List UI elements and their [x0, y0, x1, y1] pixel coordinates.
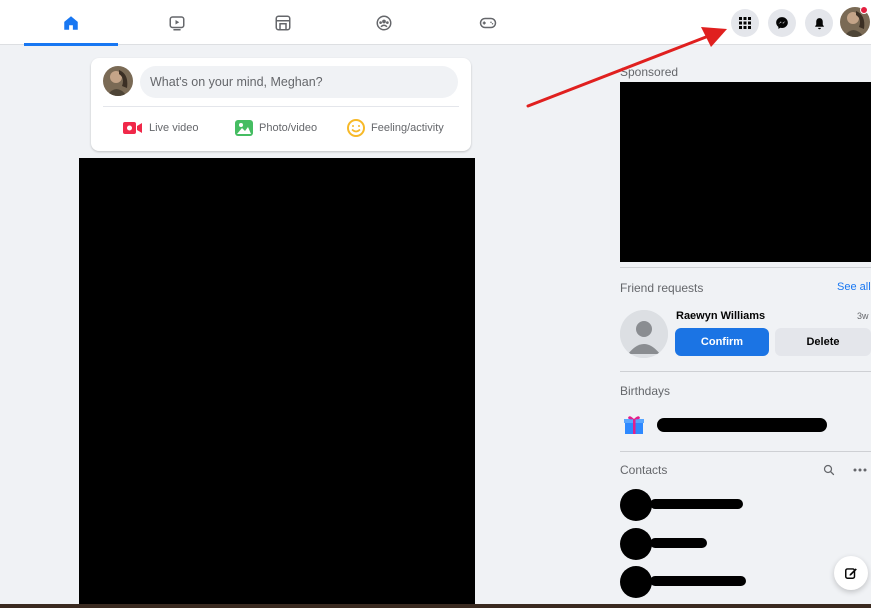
nav-tab-marketplace[interactable]: [236, 0, 330, 45]
birthday-text-redacted: [657, 418, 827, 432]
messenger-button[interactable]: [768, 9, 796, 37]
birthdays-title: Birthdays: [620, 384, 671, 398]
photo-video-label: Photo/video: [259, 122, 318, 134]
nav-tab-watch[interactable]: [130, 0, 224, 45]
feeling-activity-label: Feeling/activity: [371, 122, 444, 134]
contact-avatar-redacted[interactable]: [620, 528, 652, 560]
contact-name-redacted[interactable]: [650, 576, 746, 586]
messenger-icon: [776, 17, 788, 29]
contact-avatar-redacted[interactable]: [620, 566, 652, 598]
divider: [620, 267, 871, 268]
more-options-icon[interactable]: [853, 468, 867, 472]
avatar-photo: [103, 66, 133, 96]
home-icon: [64, 15, 78, 30]
menu-button[interactable]: [731, 9, 759, 37]
contact-name-redacted[interactable]: [650, 499, 743, 509]
feed-post-redacted: [79, 158, 475, 608]
gift-icon: [624, 416, 644, 434]
notifications-button[interactable]: [805, 9, 833, 37]
divider: [620, 451, 871, 452]
top-navigation-bar: [0, 0, 871, 46]
divider: [620, 371, 871, 372]
live-video-label: Live video: [149, 122, 199, 134]
nav-tab-home[interactable]: [24, 0, 118, 46]
confirm-button[interactable]: Confirm: [675, 328, 769, 356]
contact-avatar-redacted[interactable]: [620, 489, 652, 521]
sponsored-title: Sponsored: [620, 65, 679, 79]
contact-name-redacted[interactable]: [650, 538, 707, 548]
contacts-title: Contacts: [620, 463, 668, 477]
post-composer: What's on your mind, Meghan? Live video …: [91, 58, 471, 151]
whats-on-your-mind-input[interactable]: What's on your mind, Meghan?: [140, 66, 458, 98]
groups-icon: [376, 15, 392, 30]
friend-requests-title: Friend requests: [620, 281, 704, 295]
menu-grid-icon: [739, 17, 751, 29]
default-avatar-icon: [620, 310, 668, 358]
composer-divider: [103, 106, 459, 107]
sponsored-ad-redacted[interactable]: [620, 82, 871, 262]
marketplace-icon: [275, 15, 291, 30]
live-video-button[interactable]: Live video: [123, 116, 199, 140]
nav-tab-gaming[interactable]: [441, 0, 535, 45]
search-icon[interactable]: [823, 464, 835, 476]
delete-button[interactable]: Delete: [775, 328, 871, 356]
feeling-icon: [347, 119, 365, 137]
new-message-button[interactable]: [834, 556, 868, 590]
watch-video-icon: [169, 15, 185, 30]
photo-video-icon: [235, 120, 253, 136]
friend-request-time: 3w: [857, 311, 869, 321]
notifications-bell-icon: [814, 17, 824, 29]
feeling-activity-button[interactable]: Feeling/activity: [347, 116, 444, 140]
see-all-link[interactable]: See all: [837, 281, 871, 293]
bottom-strip: [0, 604, 871, 608]
composer-avatar[interactable]: [103, 66, 133, 96]
nav-tab-groups[interactable]: [337, 0, 431, 45]
live-video-icon: [123, 122, 142, 134]
notification-dot: [860, 6, 868, 14]
photo-video-button[interactable]: Photo/video: [235, 116, 317, 140]
compose-message-icon: [845, 568, 857, 579]
friend-request-avatar[interactable]: [620, 310, 668, 358]
gaming-icon: [479, 17, 497, 28]
friend-request-name[interactable]: Raewyn Williams: [676, 310, 765, 322]
